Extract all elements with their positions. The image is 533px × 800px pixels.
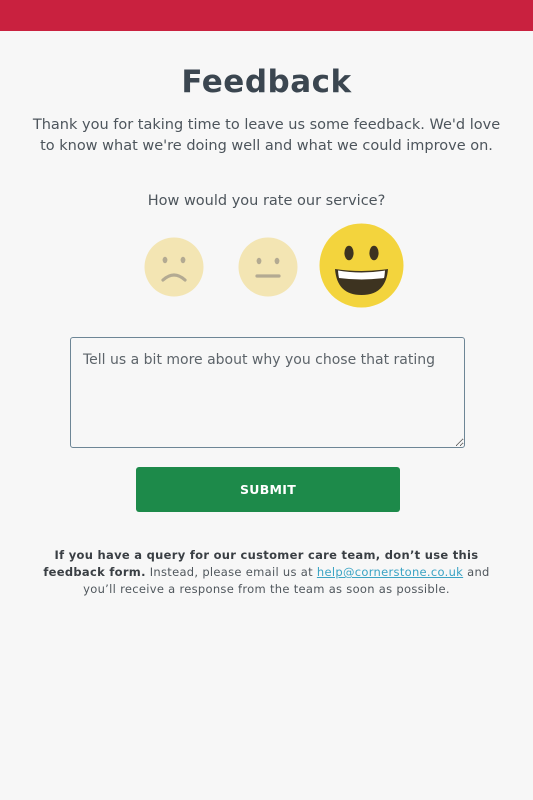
comment-textarea[interactable] — [70, 337, 465, 448]
rating-option-happy[interactable] — [319, 223, 404, 308]
customer-care-notice: If you have a query for our customer car… — [26, 547, 507, 598]
rating-option-neutral[interactable] — [238, 237, 298, 297]
notice-text-before: Instead, please email us at — [145, 565, 317, 579]
grinning-face-icon — [319, 223, 404, 308]
sad-face-icon — [144, 237, 204, 297]
comment-field-wrapper — [70, 337, 465, 448]
intro-text: Thank you for taking time to leave us so… — [32, 117, 501, 154]
page-title: Feedback — [181, 64, 352, 100]
neutral-face-icon — [238, 237, 298, 297]
submit-button[interactable]: SUBMIT — [136, 467, 400, 512]
top-bar — [0, 0, 533, 31]
email-link[interactable]: help@cornerstone.co.uk — [317, 565, 463, 579]
rating-option-sad[interactable] — [144, 237, 204, 297]
rating-question: How would you rate our service? — [147, 193, 386, 209]
